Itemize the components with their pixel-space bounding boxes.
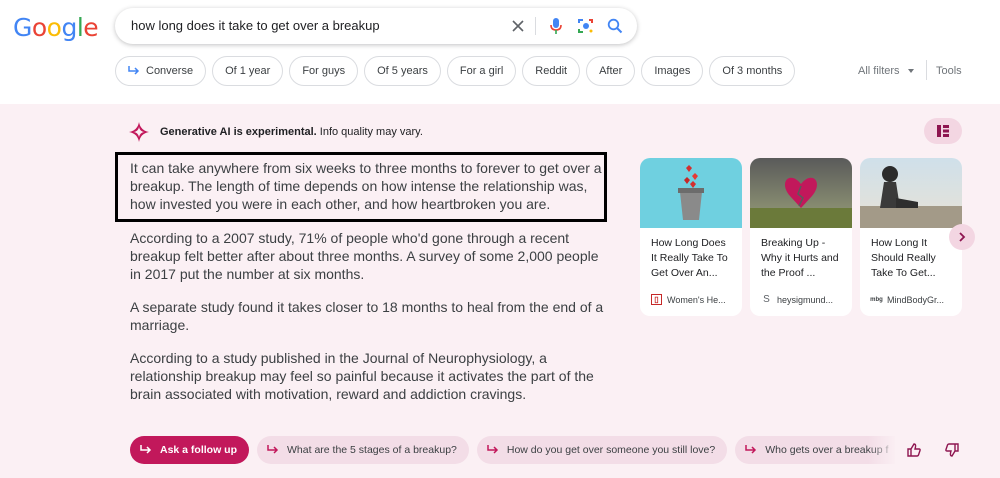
follow-up-label: How do you get over someone you still lo…: [506, 444, 716, 456]
microphone-icon[interactable]: [545, 15, 567, 37]
source-card[interactable]: How Long Does It Really Take To Get Over…: [640, 158, 742, 316]
follow-up-suggestion[interactable]: What are the 5 stages of a breakup?: [257, 436, 469, 464]
search-box[interactable]: how long does it take to get over a brea…: [115, 8, 637, 44]
converse-arrow-icon: [128, 66, 140, 75]
ai-experimental-notice: Generative AI is experimental. Info qual…: [160, 126, 423, 138]
card-source-name: Women's He...: [667, 294, 726, 305]
card-thumbnail: [860, 158, 962, 228]
ask-follow-up-button[interactable]: Ask a follow up: [130, 436, 250, 464]
chips-fade: [868, 432, 898, 468]
thumbs-down-icon[interactable]: [944, 442, 960, 458]
card-source-name: heysigmund...: [777, 294, 834, 305]
card-title: How Long It Should Really Take To Get...: [871, 237, 936, 279]
source-card[interactable]: Breaking Up - Why it Hurts and the Proof…: [750, 158, 852, 316]
logo-letter: g: [61, 13, 77, 42]
google-logo[interactable]: Google: [13, 13, 99, 42]
follow-up-suggestion[interactable]: How do you get over someone you still lo…: [476, 436, 728, 464]
filter-chips: Converse Of 1 year For guys Of 5 years F…: [115, 56, 801, 86]
ai-overview-panel: Generative AI is experimental. Info qual…: [0, 104, 1000, 478]
ai-notice-rest: Info quality may vary.: [316, 126, 423, 138]
logo-letter: o: [31, 13, 47, 42]
mindbodygreen-favicon-icon: mbg: [870, 296, 883, 303]
cards-next-button[interactable]: [949, 224, 975, 250]
clear-icon[interactable]: [507, 15, 529, 37]
ai-paragraph: A separate study found it takes closer t…: [130, 299, 604, 333]
card-source: mbg MindBodyGr...: [870, 294, 945, 305]
chip-reddit[interactable]: Reddit: [522, 56, 581, 86]
chip-label: For guys: [302, 65, 346, 77]
card-title: Breaking Up - Why it Hurts and the Proof…: [761, 237, 839, 279]
layout-icon: [937, 125, 949, 137]
ai-paragraph: It can take anywhere from six weeks to t…: [130, 160, 602, 212]
logo-letter: G: [13, 13, 32, 42]
card-title: How Long Does It Really Take To Get Over…: [651, 237, 728, 279]
ai-sparkle-icon: [129, 122, 149, 142]
search-divider: [535, 17, 536, 35]
follow-up-chips: Ask a follow up What are the 5 stages of…: [130, 436, 903, 464]
chip-after[interactable]: After: [586, 56, 636, 86]
chip-label: For a girl: [459, 65, 504, 77]
tools-button[interactable]: Tools: [936, 65, 962, 77]
chip-label: After: [599, 65, 623, 77]
follow-up-arrow-icon: [745, 445, 757, 454]
chip-label: Of 1 year: [225, 65, 271, 77]
chip-label: Of 5 years: [377, 65, 428, 77]
chip-of-1-year[interactable]: Of 1 year: [212, 56, 284, 86]
lens-camera-icon[interactable]: [575, 15, 597, 37]
all-filters-button[interactable]: All filters: [858, 65, 918, 77]
chip-for-guys[interactable]: For guys: [289, 56, 359, 86]
logo-letter: o: [46, 13, 62, 42]
chip-label: Reddit: [535, 65, 568, 77]
chip-for-a-girl[interactable]: For a girl: [446, 56, 517, 86]
caret-down-icon: [907, 69, 914, 73]
follow-up-label: What are the 5 stages of a breakup?: [287, 444, 457, 456]
follow-up-label: Ask a follow up: [160, 444, 238, 456]
card-thumbnail: [750, 158, 852, 228]
ai-paragraph: According to a study published in the Jo…: [130, 350, 594, 402]
search-input[interactable]: how long does it take to get over a brea…: [131, 18, 380, 33]
chip-label: Images: [654, 65, 691, 77]
chip-of-5-years[interactable]: Of 5 years: [364, 56, 441, 86]
follow-up-arrow-icon: [267, 445, 279, 454]
chip-of-3-months[interactable]: Of 3 months: [709, 56, 796, 86]
logo-letter: e: [83, 13, 99, 42]
toolbar-divider: [926, 60, 927, 80]
heysigmund-favicon-icon: S: [763, 294, 770, 305]
card-source-name: MindBodyGr...: [887, 294, 945, 305]
ai-paragraph: According to a 2007 study, 71% of people…: [130, 230, 599, 282]
layout-toggle-button[interactable]: [924, 118, 962, 144]
chip-label: Of 3 months: [722, 65, 783, 77]
womens-health-favicon-icon: ▯: [651, 294, 662, 305]
chip-converse[interactable]: Converse: [115, 56, 207, 86]
card-thumbnail: [640, 158, 742, 228]
all-filters-label: All filters: [858, 65, 900, 77]
card-source: ▯ Women's He...: [651, 294, 726, 305]
chip-images[interactable]: Images: [641, 56, 704, 86]
follow-up-arrow-icon: [487, 445, 498, 454]
chip-label: Converse: [146, 65, 194, 77]
search-icon[interactable]: [604, 15, 626, 37]
top-bar: Google how long does it take to get over…: [0, 0, 1000, 104]
chevron-right-icon: [959, 232, 966, 242]
thumbs-up-icon[interactable]: [906, 442, 922, 458]
follow-up-arrow-icon: [140, 445, 152, 454]
ai-notice-bold: Generative AI is experimental.: [160, 126, 317, 138]
card-source: S heysigmund...: [761, 294, 833, 305]
source-card[interactable]: How Long It Should Really Take To Get...…: [860, 158, 962, 316]
